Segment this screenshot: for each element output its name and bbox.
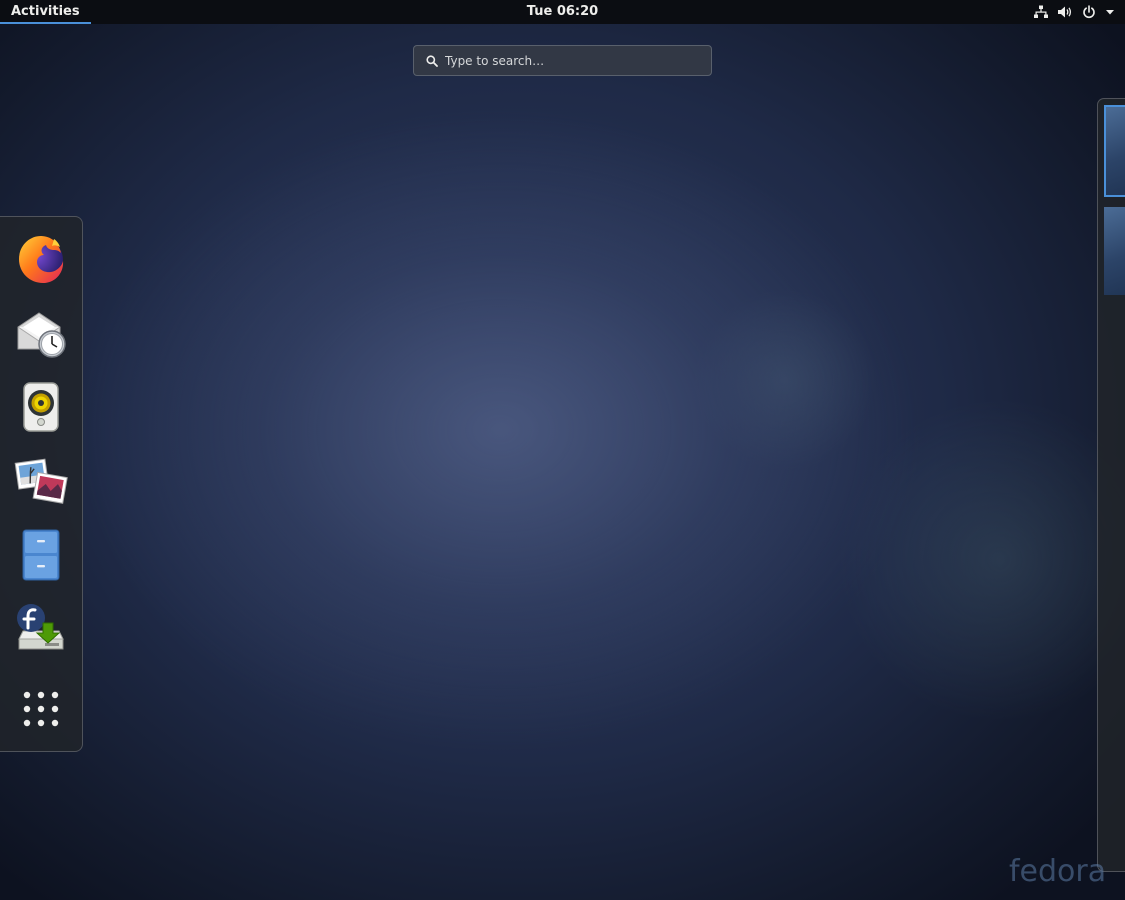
photos-icon <box>13 453 69 509</box>
dash-item-photos[interactable] <box>9 449 73 513</box>
dash-item-rhythmbox[interactable] <box>9 375 73 439</box>
dash-item-files[interactable] <box>9 523 73 587</box>
workspace-switcher <box>1097 98 1125 872</box>
evolution-mail-icon <box>13 305 69 361</box>
dash-item-fedora-media-writer[interactable] <box>9 597 73 661</box>
show-applications-button[interactable] <box>9 677 73 741</box>
search-input[interactable] <box>445 53 685 68</box>
search-icon <box>426 54 438 67</box>
network-wired-icon <box>1034 5 1048 19</box>
activities-button[interactable]: Activities <box>0 0 91 24</box>
workspace-thumbnail-2[interactable] <box>1104 207 1125 295</box>
files-cabinet-icon <box>13 527 69 583</box>
dropdown-arrow-icon <box>1105 7 1115 17</box>
dash-item-evolution[interactable] <box>9 301 73 365</box>
clock-container: Tue 06:20 <box>0 0 1125 23</box>
search-entry[interactable] <box>413 45 712 76</box>
fedora-wallpaper-logo: fedora <box>1009 854 1107 889</box>
dash <box>0 216 83 752</box>
workspace-thumbnail-1[interactable] <box>1104 105 1125 197</box>
top-bar: Activities Tue 06:20 <box>0 0 1125 24</box>
volume-high-icon <box>1057 5 1073 19</box>
clock-button[interactable]: Tue 06:20 <box>527 4 598 19</box>
rhythmbox-icon <box>13 379 69 435</box>
fedora-install-icon <box>13 601 69 657</box>
show-applications-icon <box>21 689 61 729</box>
power-icon <box>1082 5 1096 19</box>
firefox-icon <box>13 231 69 287</box>
system-status-menu[interactable] <box>1034 0 1115 24</box>
dash-item-firefox[interactable] <box>9 227 73 291</box>
